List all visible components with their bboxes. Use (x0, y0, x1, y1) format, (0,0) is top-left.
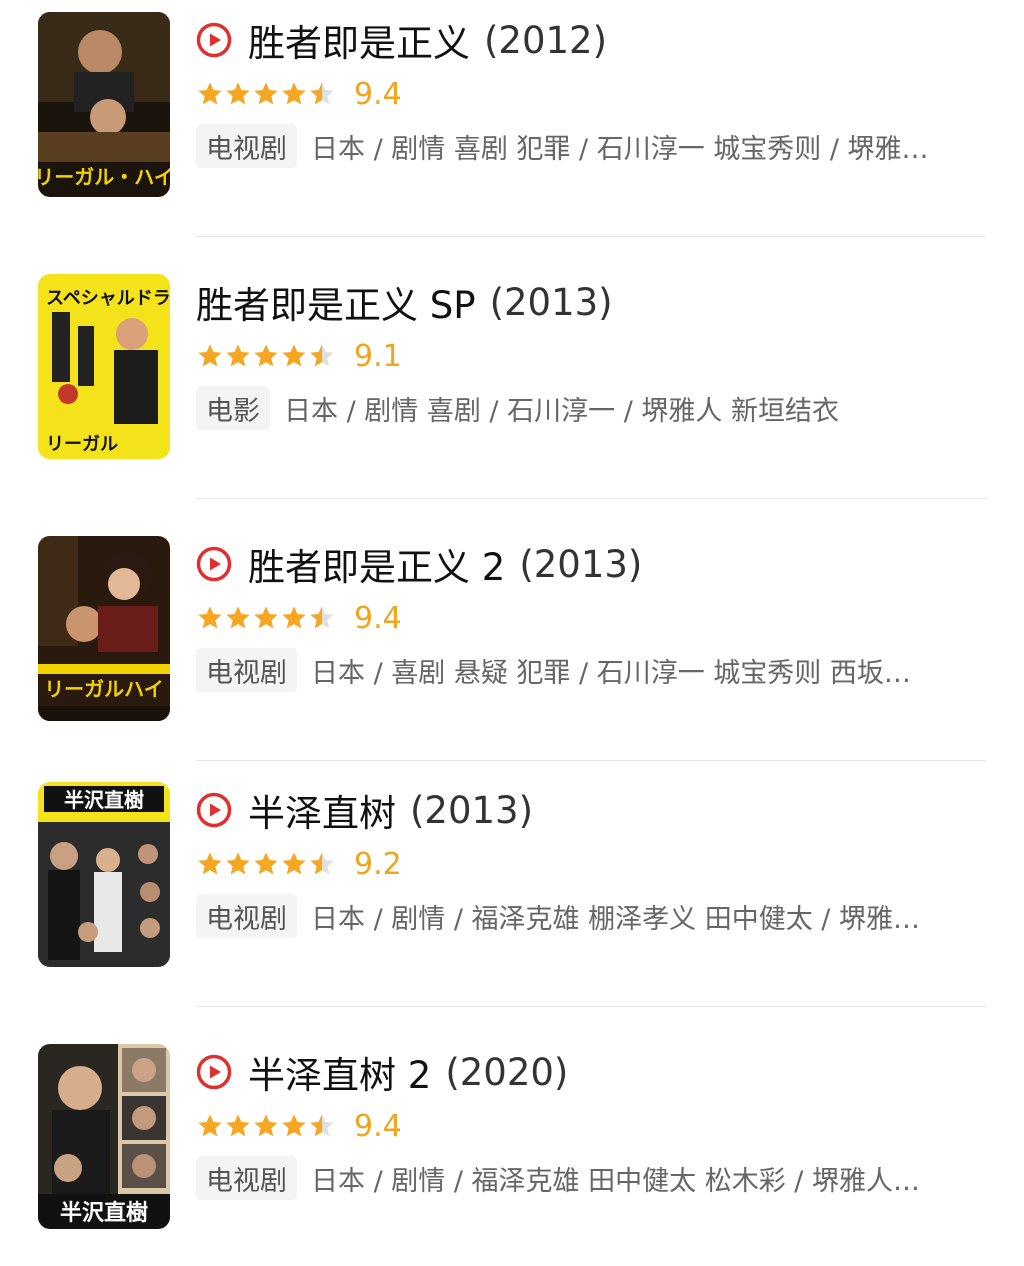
meta-row: 电视剧 日本 / 喜剧 悬疑 犯罪 / 石川淳一 城宝秀则 西坂… (196, 648, 986, 692)
poster-image[interactable]: リーガル・ハイ (38, 12, 170, 197)
star-full-icon (224, 604, 252, 632)
item-meta: 日本 / 剧情 / 福泽克雄 田中健太 松木彩 / 堺雅人… (311, 1165, 920, 1197)
title-row[interactable]: 胜者即是正义 2 (2013) (196, 538, 642, 590)
item-title: 半泽直树 (248, 792, 396, 835)
type-badge: 电视剧 (196, 124, 297, 168)
rating-score: 9.2 (354, 846, 402, 882)
play-icon[interactable] (196, 546, 232, 582)
list-item[interactable]: 半沢直樹 半泽直树 (2013) 9.2 电视剧 日本 / 剧情 / 福泽克雄 … (0, 770, 1024, 1032)
play-icon[interactable] (196, 792, 232, 828)
svg-text:リーガルハイ: リーガルハイ (44, 677, 164, 701)
item-meta: 日本 / 剧情 / 福泽克雄 棚泽孝义 田中健太 / 堺雅… (311, 903, 920, 935)
star-full-icon (252, 80, 280, 108)
rating-score: 9.4 (354, 76, 402, 112)
star-full-icon (280, 850, 308, 878)
list-item[interactable]: リーガルハイ 胜者即是正义 2 (2013) 9.4 电视剧 日本 / 喜剧 悬… (0, 524, 1024, 786)
star-rating (196, 342, 336, 370)
title-row[interactable]: 半泽直树 2 (2020) (196, 1046, 568, 1098)
rating-score: 9.4 (354, 600, 402, 636)
title-row[interactable]: 半泽直树 (2013) (196, 784, 533, 836)
type-badge: 电影 (196, 386, 270, 430)
item-year: (2013) (410, 788, 534, 832)
poster-image[interactable]: スペシャルドラ リーガル (38, 274, 170, 459)
meta-row: 电视剧 日本 / 剧情 / 福泽克雄 田中健太 松木彩 / 堺雅人… (196, 1156, 986, 1200)
svg-text:スペシャルドラ: スペシャルドラ (46, 288, 170, 309)
meta-row: 电视剧 日本 / 剧情 / 福泽克雄 棚泽孝义 田中健太 / 堺雅… (196, 894, 986, 938)
star-full-icon (224, 850, 252, 878)
meta-row: 电影 日本 / 剧情 喜剧 / 石川淳一 / 堺雅人 新垣结衣 (196, 386, 986, 430)
star-rating (196, 80, 336, 108)
star-full-icon (280, 342, 308, 370)
divider (196, 760, 986, 761)
poster-image[interactable]: リーガルハイ (38, 536, 170, 721)
divider (196, 236, 986, 237)
star-full-icon (280, 1112, 308, 1140)
item-title: 胜者即是正义 2 (248, 546, 506, 589)
star-full-icon (280, 80, 308, 108)
star-full-icon (224, 80, 252, 108)
star-half-icon (308, 80, 336, 108)
svg-text:リーガル・ハイ: リーガル・ハイ (38, 165, 170, 189)
rating-row: 9.4 (196, 596, 402, 640)
star-full-icon (196, 80, 224, 108)
item-meta: 日本 / 剧情 喜剧 犯罪 / 石川淳一 城宝秀则 / 堺雅… (311, 133, 929, 165)
item-year: (2020) (445, 1050, 569, 1094)
item-title: 半泽直树 2 (248, 1054, 432, 1097)
rating-row: 9.1 (196, 334, 402, 378)
rating-row: 9.2 (196, 842, 402, 886)
meta-row: 电视剧 日本 / 剧情 喜剧 犯罪 / 石川淳一 城宝秀则 / 堺雅… (196, 124, 986, 168)
star-half-icon (308, 604, 336, 632)
star-full-icon (196, 850, 224, 878)
star-rating (196, 1112, 336, 1140)
search-results-list: リーガル・ハイ 胜者即是正义 (2012) 9.4 电视剧 日本 / 剧情 喜剧… (0, 0, 1024, 1266)
star-full-icon (196, 1112, 224, 1140)
title-row[interactable]: 胜者即是正义 (2012) (196, 14, 607, 66)
rating-row: 9.4 (196, 72, 402, 116)
star-rating (196, 604, 336, 632)
item-meta: 日本 / 喜剧 悬疑 犯罪 / 石川淳一 城宝秀则 西坂… (311, 657, 911, 689)
item-year: (2012) (484, 18, 608, 62)
rating-score: 9.1 (354, 338, 402, 374)
star-half-icon (308, 1112, 336, 1140)
type-badge: 电视剧 (196, 1156, 297, 1200)
star-full-icon (196, 604, 224, 632)
star-full-icon (196, 342, 224, 370)
star-half-icon (308, 342, 336, 370)
star-rating (196, 850, 336, 878)
divider (196, 1006, 986, 1007)
star-full-icon (252, 1112, 280, 1140)
star-full-icon (224, 1112, 252, 1140)
item-title: 胜者即是正义 SP (196, 284, 476, 327)
svg-text:半沢直樹: 半沢直樹 (60, 1200, 148, 1226)
type-badge: 电视剧 (196, 648, 297, 692)
poster-image[interactable]: 半沢直樹 (38, 1044, 170, 1229)
star-full-icon (224, 342, 252, 370)
item-year: (2013) (489, 280, 613, 324)
star-full-icon (252, 604, 280, 632)
svg-text:リーガル: リーガル (46, 434, 118, 455)
item-meta: 日本 / 剧情 喜剧 / 石川淳一 / 堺雅人 新垣结衣 (284, 395, 839, 427)
list-item[interactable]: スペシャルドラ リーガル 胜者即是正义 SP (2013) 9.1 电影 日本 … (0, 262, 1024, 524)
star-full-icon (252, 850, 280, 878)
title-row[interactable]: 胜者即是正义 SP (2013) (196, 276, 613, 328)
play-icon[interactable] (196, 22, 232, 58)
star-half-icon (308, 850, 336, 878)
poster-image[interactable]: 半沢直樹 (38, 782, 170, 967)
type-badge: 电视剧 (196, 894, 297, 938)
list-item[interactable]: 半沢直樹 半泽直树 2 (2020) 9.4 电视剧 日本 / 剧情 / 福泽克… (0, 1032, 1024, 1266)
star-full-icon (252, 342, 280, 370)
list-item[interactable]: リーガル・ハイ 胜者即是正义 (2012) 9.4 电视剧 日本 / 剧情 喜剧… (0, 0, 1024, 262)
rating-row: 9.4 (196, 1104, 402, 1148)
rating-score: 9.4 (354, 1108, 402, 1144)
star-full-icon (280, 604, 308, 632)
item-title: 胜者即是正义 (248, 22, 470, 65)
item-year: (2013) (519, 542, 643, 586)
svg-text:半沢直樹: 半沢直樹 (64, 788, 144, 812)
divider (196, 498, 986, 499)
play-icon[interactable] (196, 1054, 232, 1090)
